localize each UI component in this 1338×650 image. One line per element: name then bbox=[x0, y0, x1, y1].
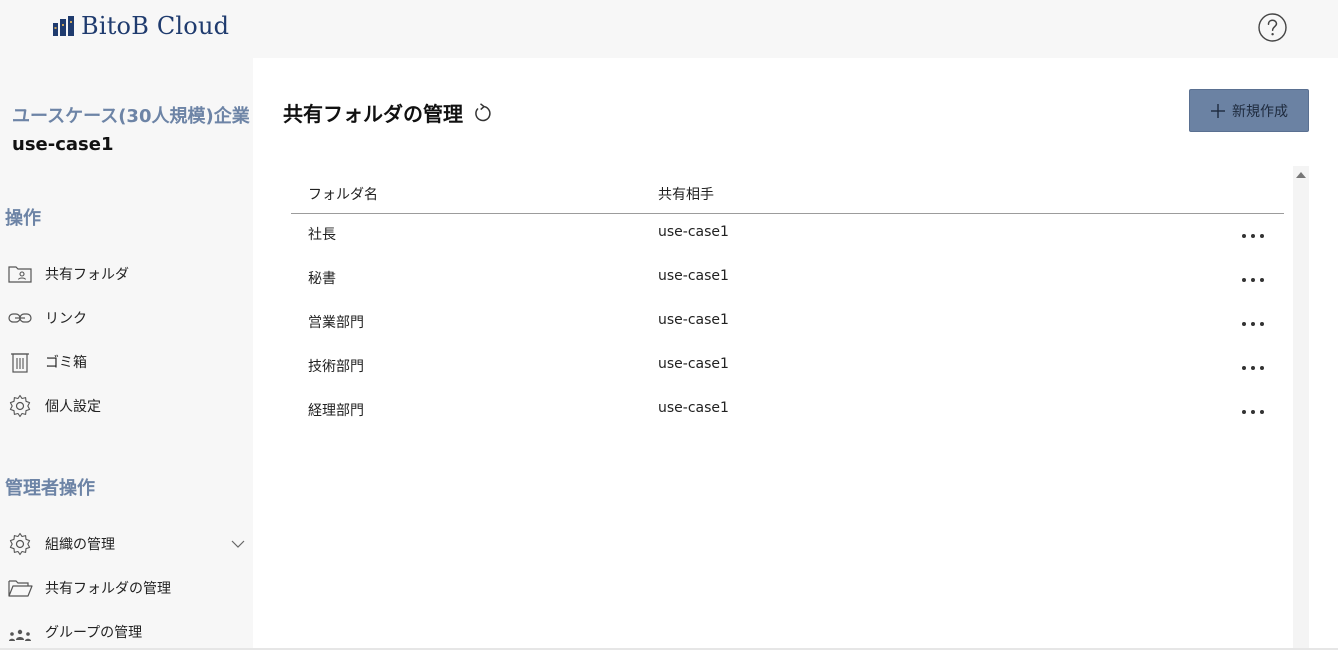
sidebar-item-label: 個人設定 bbox=[45, 399, 101, 415]
sidebar-item-organization-management[interactable]: 組織の管理 bbox=[7, 531, 247, 557]
sidebar-item-personal-settings[interactable]: 個人設定 bbox=[7, 393, 247, 419]
trash-icon bbox=[7, 350, 33, 374]
shared-with-cell: use-case1 bbox=[658, 312, 729, 328]
organization-name: ユースケース(30人規模)企業 bbox=[12, 106, 250, 127]
sidebar-item-link[interactable]: リンク bbox=[7, 305, 247, 331]
sidebar-item-label: 共有フォルダの管理 bbox=[45, 581, 171, 597]
logo[interactable]: BitoB Cloud bbox=[52, 12, 229, 40]
logo-text: BitoB Cloud bbox=[81, 12, 230, 40]
group-icon bbox=[7, 620, 33, 644]
vertical-scrollbar[interactable] bbox=[1293, 166, 1309, 650]
help-circle-icon[interactable] bbox=[1257, 12, 1288, 43]
refresh-icon[interactable] bbox=[472, 102, 494, 124]
admin-section-title: 管理者操作 bbox=[5, 478, 95, 499]
gear-icon bbox=[7, 394, 33, 418]
more-options-icon[interactable] bbox=[1237, 404, 1269, 420]
main-content: 共有フォルダの管理 新規作成 フォルダ名 共有相手 社長 use-case1 秘… bbox=[253, 58, 1338, 650]
table-row[interactable]: 経理部門 use-case1 bbox=[291, 390, 1284, 434]
operations-section-title: 操作 bbox=[5, 208, 41, 229]
folder-name-cell[interactable]: 秘書 bbox=[308, 268, 336, 288]
sidebar-item-label: ゴミ箱 bbox=[45, 355, 87, 371]
column-header-folder-name[interactable]: フォルダ名 bbox=[308, 184, 378, 204]
more-options-icon[interactable] bbox=[1237, 316, 1269, 332]
sidebar-item-label: 組織の管理 bbox=[45, 537, 115, 553]
table-row[interactable]: 社長 use-case1 bbox=[291, 214, 1284, 258]
sidebar: ユースケース(30人規模)企業 use-case1 操作 共有フォルダ リンク bbox=[0, 58, 253, 650]
shared-folder-icon bbox=[7, 262, 33, 286]
sidebar-item-shared-folder-management[interactable]: 共有フォルダの管理 bbox=[7, 575, 247, 601]
gear-icon bbox=[7, 532, 33, 556]
sidebar-item-group-management[interactable]: グループの管理 bbox=[7, 619, 247, 645]
more-options-icon[interactable] bbox=[1237, 272, 1269, 288]
table-row[interactable]: 秘書 use-case1 bbox=[291, 258, 1284, 302]
shared-with-cell: use-case1 bbox=[658, 268, 729, 284]
sidebar-item-label: 共有フォルダ bbox=[45, 267, 129, 283]
plus-icon bbox=[1211, 103, 1225, 118]
shared-with-cell: use-case1 bbox=[658, 224, 729, 240]
new-folder-button[interactable]: 新規作成 bbox=[1189, 89, 1309, 132]
sidebar-item-shared-folder[interactable]: 共有フォルダ bbox=[7, 261, 247, 287]
shared-folder-table: フォルダ名 共有相手 社長 use-case1 秘書 use-case1 営業部… bbox=[291, 168, 1284, 434]
more-options-icon[interactable] bbox=[1237, 228, 1269, 244]
sidebar-item-label: リンク bbox=[45, 311, 87, 327]
table-row[interactable]: 技術部門 use-case1 bbox=[291, 346, 1284, 390]
folder-name-cell[interactable]: 技術部門 bbox=[308, 356, 364, 376]
sidebar-item-trash[interactable]: ゴミ箱 bbox=[7, 349, 247, 375]
open-folder-icon bbox=[7, 576, 33, 600]
chevron-down-icon[interactable] bbox=[229, 535, 247, 553]
table-row[interactable]: 営業部門 use-case1 bbox=[291, 302, 1284, 346]
new-folder-button-label: 新規作成 bbox=[1232, 103, 1288, 120]
folder-name-cell[interactable]: 営業部門 bbox=[308, 312, 364, 332]
column-header-shared-with[interactable]: 共有相手 bbox=[658, 184, 714, 204]
shared-with-cell: use-case1 bbox=[658, 400, 729, 416]
folder-name-cell[interactable]: 社長 bbox=[308, 224, 336, 244]
table-header: フォルダ名 共有相手 bbox=[291, 168, 1284, 214]
building-bars-icon bbox=[53, 16, 74, 36]
organization-id: use-case1 bbox=[12, 134, 114, 155]
scroll-up-arrow-icon[interactable] bbox=[1296, 172, 1306, 178]
shared-with-cell: use-case1 bbox=[658, 356, 729, 372]
page-title: 共有フォルダの管理 bbox=[283, 102, 463, 126]
top-bar: BitoB Cloud bbox=[0, 0, 1338, 58]
more-options-icon[interactable] bbox=[1237, 360, 1269, 376]
sidebar-item-label: グループの管理 bbox=[45, 625, 143, 641]
link-icon bbox=[7, 306, 33, 330]
folder-name-cell[interactable]: 経理部門 bbox=[308, 400, 364, 420]
